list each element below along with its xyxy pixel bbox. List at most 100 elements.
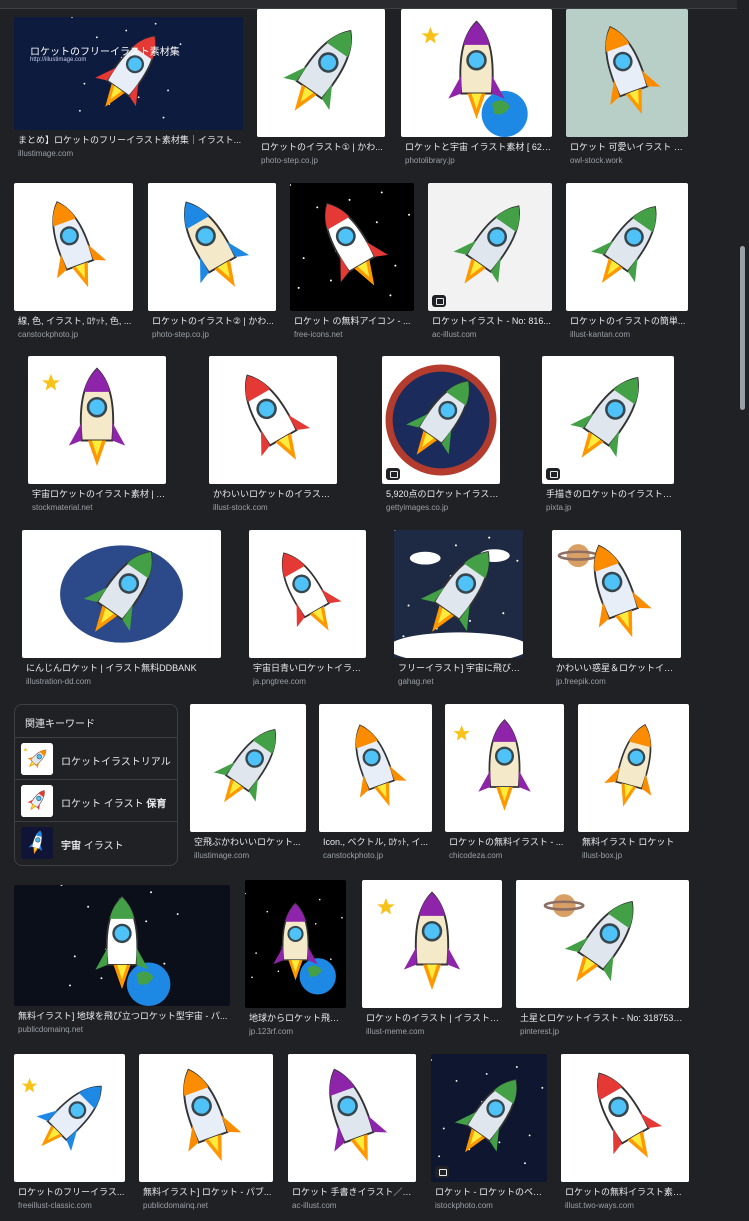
- image-result-card[interactable]: Icon., ベクトル, ﾛｹｯﾄ, イ... canstockphoto.jp: [319, 704, 432, 866]
- image-result-card[interactable]: ロケットの無料イラスト - ... chicodeza.com: [445, 704, 564, 866]
- scrollbar-thumb[interactable]: [740, 246, 745, 410]
- image-result-card[interactable]: にんじんロケット | イラスト無料DDBANK illustration-dd.c…: [22, 530, 221, 692]
- space-thumb-icon: [21, 827, 53, 859]
- result-title[interactable]: かわいい惑星＆ロケットイラスト...: [556, 663, 681, 674]
- red-nose-rocket-image[interactable]: [14, 1054, 125, 1182]
- image-result-card[interactable]: 5,920点のロケットイラスト素材 - ... gettyimages.co.jp: [382, 356, 500, 518]
- result-title[interactable]: 空飛ぶかわいいロケット...: [194, 837, 306, 848]
- silver-rocket-image[interactable]: [428, 183, 552, 311]
- related-keyword-item[interactable]: 宇宙 イラスト: [15, 821, 177, 864]
- result-title[interactable]: 5,920点のロケットイラスト素材 - ...: [386, 489, 500, 500]
- rocket-earth-image[interactable]: [401, 9, 552, 137]
- image-result-card[interactable]: 土星とロケットイラスト - No: 318753／... pinterest.jp: [516, 880, 689, 1042]
- image-result-card[interactable]: かわいい惑星＆ロケットイラスト... jp.freepik.com: [552, 530, 681, 692]
- result-title[interactable]: Icon., ベクトル, ﾛｹｯﾄ, イ...: [323, 837, 432, 848]
- image-badge-icon: [435, 1166, 449, 1178]
- image-result-card[interactable]: ロケット 可愛いイラスト フ... owl-stock.work: [566, 9, 688, 171]
- result-title[interactable]: ロケットのイラスト② | かわ...: [152, 316, 276, 327]
- result-title[interactable]: ロケット - ロケットのベク...: [435, 1187, 547, 1198]
- istock-rocket-image[interactable]: [431, 1054, 547, 1182]
- image-result-card[interactable]: かわいいロケットのイラスト - イラ... illust-stock.com: [209, 356, 337, 518]
- navy-rocket-image[interactable]: [319, 704, 432, 832]
- image-result-card[interactable]: ロケットのフリーイラス... freeillust-classic.com: [14, 1054, 125, 1216]
- hand-drawn-rocket-image[interactable]: [288, 1054, 416, 1182]
- result-title[interactable]: ロケット 可愛いイラスト フ...: [570, 142, 688, 153]
- result-title[interactable]: ロケットイラスト - No: 816...: [432, 316, 552, 327]
- result-title[interactable]: まとめ】ロケットのフリーイラスト素材集｜イラスト...: [18, 135, 243, 146]
- result-title[interactable]: ロケットのイラスト | イラストメ...: [366, 1013, 502, 1024]
- result-title[interactable]: 地球からロケット飛ぶ ...: [249, 1013, 346, 1024]
- result-title[interactable]: ロケットの無料イラスト - ...: [449, 837, 564, 848]
- image-result-card[interactable]: ロケットイラスト - No: 816... ac-illust.com: [428, 183, 552, 345]
- outline-rocket-image[interactable]: [561, 1054, 689, 1182]
- result-title[interactable]: 手描きのロケットのイラスト素材 [83...: [546, 489, 674, 500]
- image-result-card[interactable]: 無料イラスト] ロケット - パブ... publicdomainq.net: [139, 1054, 273, 1216]
- image-result-card[interactable]: ロケット の無料アイコン - ... free-icons.net: [290, 183, 414, 345]
- image-result-card[interactable]: ロケットのフリーイラスト素材集 http://illustimage.com まとめ…: [14, 17, 243, 164]
- metal-rocket-image[interactable]: [362, 880, 502, 1008]
- image-result-card[interactable]: ロケット 手書きイラスト／無... ac-illust.com: [288, 1054, 416, 1216]
- rocket-emblem-image[interactable]: [382, 356, 500, 484]
- image-result-card[interactable]: ロケットのイラスト② | かわ... photo-step.co.jp: [148, 183, 276, 345]
- result-title[interactable]: ロケットのフリーイラス...: [18, 1187, 125, 1198]
- flying-rocket-image[interactable]: [190, 704, 306, 832]
- result-title[interactable]: 無料イラスト ロケット: [582, 837, 689, 848]
- image-result-card[interactable]: ロケットと宇宙 イラスト素材 [ 622... photolibrary.jp: [401, 9, 552, 171]
- result-title[interactable]: ロケット の無料アイコン - ...: [294, 316, 414, 327]
- result-title[interactable]: ロケット 手書きイラスト／無...: [292, 1187, 416, 1198]
- result-title[interactable]: 線, 色, イラスト, ﾛｹｯﾄ, 色, ...: [18, 316, 133, 327]
- launch-tower-image[interactable]: [445, 704, 564, 832]
- scrollbar-track[interactable]: [737, 0, 749, 1221]
- image-result-card[interactable]: フリーイラスト] 宇宙に飛び立つ... gahag.net: [394, 530, 523, 692]
- cute-rocket-image[interactable]: [566, 9, 688, 137]
- result-title[interactable]: 宇宙日青いロケットイラスト...: [253, 663, 366, 674]
- result-title[interactable]: フリーイラスト] 宇宙に飛び立つ...: [398, 663, 523, 674]
- earth-orbit-rocket-image[interactable]: [14, 885, 230, 1006]
- result-title[interactable]: ロケットと宇宙 イラスト素材 [ 622...: [405, 142, 552, 153]
- illustbox-rocket-image[interactable]: [578, 704, 689, 832]
- image-result-card[interactable]: ロケットの無料イラスト素材 ... illust.two-ways.com: [561, 1054, 689, 1216]
- shuttle-rocket-image[interactable]: [290, 183, 414, 311]
- result-title[interactable]: 宇宙ロケットのイラスト素材 | 商用可...: [32, 489, 166, 500]
- simple-rocket-image[interactable]: [566, 183, 688, 311]
- label-part: イラスト: [81, 841, 124, 852]
- result-title[interactable]: 無料イラスト] ロケット - パブ...: [143, 1187, 273, 1198]
- striped-rocket-image[interactable]: [249, 530, 366, 658]
- cartoon-rocket-image[interactable]: [209, 356, 337, 484]
- blue-rocket-diagonal-image[interactable]: [148, 183, 276, 311]
- carrot-rocket-image[interactable]: [22, 530, 221, 658]
- result-title[interactable]: 無料イラスト] 地球を飛び立つロケット型宇宙 - パ...: [18, 1011, 230, 1022]
- image-result-card[interactable]: 地球からロケット飛ぶ ... jp.123rf.com: [245, 880, 346, 1042]
- image-result-card[interactable]: 無料イラスト ロケット illust-box.jp: [578, 704, 689, 866]
- result-source: photo-step.co.jp: [152, 330, 209, 339]
- space-rocket-banner-image[interactable]: ロケットのフリーイラスト素材集 http://illustimage.com: [14, 17, 243, 130]
- sketch-rocket-image[interactable]: [542, 356, 674, 484]
- result-title[interactable]: ロケットの無料イラスト素材 ...: [565, 1187, 689, 1198]
- result-source: jp.123rf.com: [249, 1027, 294, 1036]
- fire-rocket-image[interactable]: [139, 1054, 273, 1182]
- related-keyword-item[interactable]: ロケットイラストリアル: [15, 737, 177, 780]
- image-result-card[interactable]: 手描きのロケットのイラスト素材 [83... pixta.jp: [542, 356, 674, 518]
- result-title[interactable]: 土星とロケットイラスト - No: 318753／...: [520, 1013, 689, 1024]
- image-result-card[interactable]: 空飛ぶかわいいロケット... illustimage.com: [190, 704, 306, 866]
- globe-rocket-image[interactable]: [245, 880, 346, 1008]
- yellow-rocket-image[interactable]: [257, 9, 385, 137]
- image-result-card[interactable]: 宇宙日青いロケットイラスト... ja.pngtree.com: [249, 530, 366, 692]
- result-title[interactable]: ロケットのイラストの簡単...: [570, 316, 688, 327]
- planets-set-image[interactable]: [552, 530, 681, 658]
- result-title[interactable]: かわいいロケットのイラスト - イラ...: [213, 489, 337, 500]
- image-result-card[interactable]: 宇宙ロケットのイラスト素材 | 商用可... stockmaterial.net: [28, 356, 166, 518]
- image-result-card[interactable]: ロケットのイラストの簡単... illust-kantan.com: [566, 183, 688, 345]
- launch-clouds-image[interactable]: [394, 530, 523, 658]
- related-keyword-item[interactable]: ロケット イラスト 保育: [15, 779, 177, 822]
- blue-rocket-image[interactable]: [14, 183, 133, 311]
- image-result-card[interactable]: ロケット - ロケットのベク... istockphoto.com: [431, 1054, 547, 1216]
- image-result-card[interactable]: ロケットのイラスト | イラストメ... illust-meme.com: [362, 880, 502, 1042]
- saturn-rocket-image[interactable]: [516, 880, 689, 1008]
- result-title[interactable]: にんじんロケット | イラスト無料DDBANK: [26, 663, 221, 674]
- image-result-card[interactable]: 無料イラスト] 地球を飛び立つロケット型宇宙 - パ... publicdomai…: [14, 885, 230, 1040]
- image-result-card[interactable]: 線, 色, イラスト, ﾛｹｯﾄ, 色, ... canstockphoto.jp: [14, 183, 133, 345]
- result-title[interactable]: ロケットのイラスト① | かわ...: [261, 142, 385, 153]
- image-result-card[interactable]: ロケットのイラスト① | かわ... photo-step.co.jp: [257, 9, 385, 171]
- cream-rocket-image[interactable]: [28, 356, 166, 484]
